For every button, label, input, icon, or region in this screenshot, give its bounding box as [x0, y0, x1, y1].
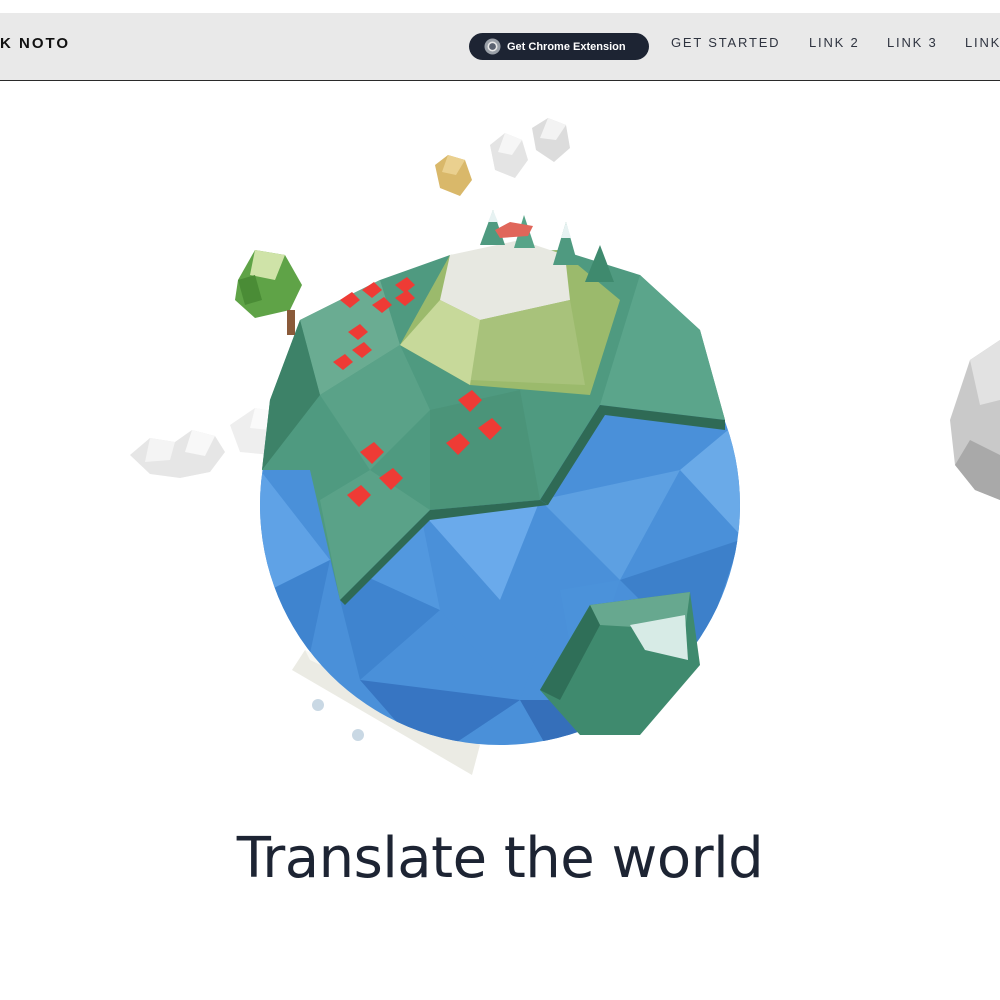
chrome-button-label: Get Chrome Extension — [507, 40, 626, 53]
moon — [950, 340, 1000, 500]
get-chrome-extension-button[interactable]: Get Chrome Extension — [469, 33, 649, 60]
hero-headline: Translate the world — [236, 826, 764, 891]
nav-link-2[interactable]: LINK 2 — [809, 35, 860, 50]
sand-cloud — [435, 155, 472, 196]
cloud-top — [490, 118, 570, 178]
top-strip — [0, 0, 1000, 13]
nav-link-get-started[interactable]: GET STARTED — [671, 35, 780, 50]
page: K NOTO Get Chrome Extension GET STARTED … — [0, 0, 1000, 1000]
nav-link-4[interactable]: LINK — [965, 35, 1000, 50]
globe-illustration — [130, 118, 1000, 775]
nav-link-3[interactable]: LINK 3 — [887, 35, 938, 50]
navbar: K NOTO Get Chrome Extension GET STARTED … — [0, 13, 1000, 81]
brand-logo[interactable]: K NOTO — [0, 35, 70, 52]
chrome-icon — [484, 38, 501, 55]
